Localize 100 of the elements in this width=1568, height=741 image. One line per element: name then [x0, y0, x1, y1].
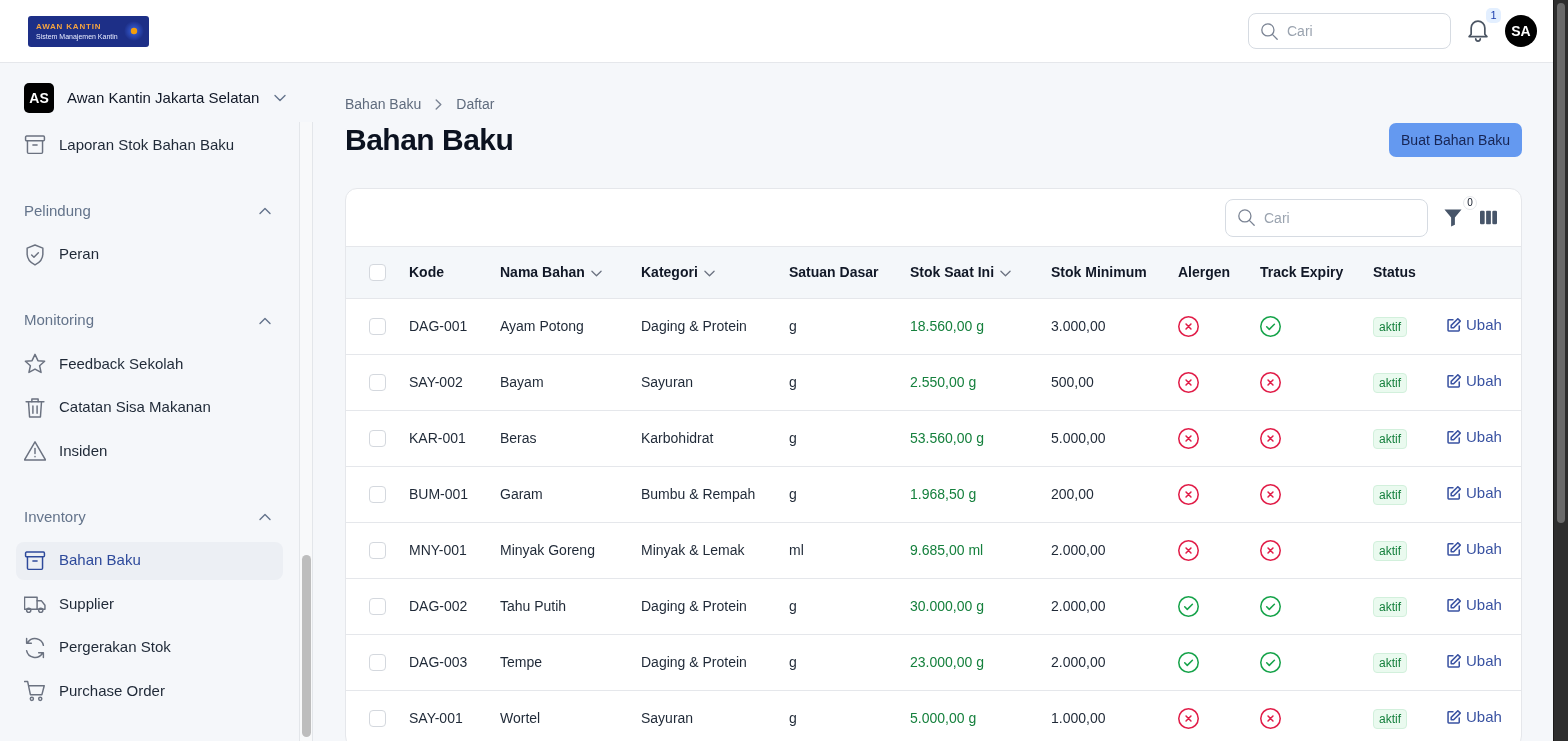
sidebar-item[interactable]: Purchase Order [16, 672, 283, 710]
edit-link[interactable]: Ubah [1447, 313, 1502, 337]
status-badge: aktif [1373, 652, 1407, 673]
sidebar-item[interactable]: Supplier [16, 585, 283, 623]
unit-text: g [789, 317, 797, 334]
notification-count-badge: 1 [1486, 8, 1501, 23]
stock-value: 53.560,00 g [910, 429, 984, 446]
item-code: SAY-001 [409, 709, 463, 726]
chevron-right-icon [434, 98, 444, 110]
edit-icon [1447, 598, 1461, 613]
page-title: Bahan Baku [345, 122, 514, 158]
star-icon [24, 353, 46, 375]
edit-icon [1447, 654, 1461, 669]
logo-dot-icon [123, 21, 144, 41]
sidebar-item[interactable]: Laporan Stok Bahan Baku [16, 126, 283, 164]
column-header[interactable]: Kategori [641, 263, 698, 280]
search-icon [1238, 209, 1255, 226]
sidebar-group-toggle[interactable]: Monitoring [16, 301, 283, 340]
notification-bell-icon[interactable] [1468, 20, 1488, 42]
item-name: Wortel [500, 709, 541, 726]
team-switcher[interactable]: AS Awan Kantin Jakarta Selatan [24, 82, 286, 114]
column-header: Alergen [1178, 263, 1231, 280]
cart-icon [24, 680, 46, 702]
refresh-icon [24, 636, 46, 659]
status-badge: aktif [1373, 484, 1407, 505]
minimum-stock-value: 500,00 [1051, 373, 1094, 390]
shield-check-icon [24, 243, 46, 266]
stock-value: 23.000,00 g [910, 653, 984, 670]
column-header: Track Expiry [1260, 263, 1344, 280]
row-checkbox[interactable] [369, 653, 386, 671]
status-badge: aktif [1373, 596, 1407, 617]
category-text: Sayuran [641, 709, 694, 726]
status-badge: aktif [1373, 708, 1407, 729]
edit-link[interactable]: Ubah [1447, 369, 1502, 393]
archive-box-icon [24, 134, 46, 156]
row-checkbox[interactable] [369, 541, 386, 559]
sidebar-item[interactable]: Catatan Sisa Makanan [16, 388, 283, 427]
search-field[interactable]: Cari [1225, 198, 1428, 237]
minimum-stock-value: 2.000,00 [1051, 541, 1106, 558]
stock-value: 30.000,00 g [910, 597, 984, 614]
user-avatar[interactable]: SA [1505, 15, 1537, 47]
status-badge: aktif [1373, 428, 1407, 449]
item-name: Garam [500, 485, 543, 502]
column-header[interactable]: Stok Saat Ini [910, 263, 995, 280]
item-name: Beras [500, 429, 537, 446]
edit-link[interactable]: Ubah [1447, 705, 1502, 729]
stock-value: 9.685,00 ml [910, 541, 984, 558]
logo-title: AWAN KANTIN [36, 21, 103, 31]
search-field[interactable]: Cari [1248, 13, 1451, 49]
minimum-stock-value: 2.000,00 [1051, 653, 1106, 670]
sidebar-item[interactable]: Pergerakan Stok [16, 628, 283, 667]
stock-value: 18.560,00 g [910, 317, 984, 334]
sidebar-group-toggle[interactable]: Inventory [16, 498, 283, 536]
category-text: Daging & Protein [641, 597, 747, 614]
row-checkbox[interactable] [369, 317, 386, 335]
edit-icon [1447, 486, 1461, 501]
row-checkbox[interactable] [369, 709, 386, 727]
column-header[interactable]: Nama Bahan [500, 263, 585, 280]
breadcrumb-current: Daftar [456, 94, 495, 114]
item-code: MNY-001 [409, 541, 467, 558]
minimum-stock-value: 1.000,00 [1051, 709, 1106, 726]
column-header: Status [1373, 263, 1416, 280]
columns-icon[interactable] [1480, 209, 1497, 226]
warning-icon [24, 440, 46, 462]
category-text: Bumbu & Rempah [641, 485, 756, 502]
category-text: Daging & Protein [641, 317, 747, 334]
edit-icon [1447, 710, 1461, 725]
filter-count-badge: 0 [1463, 195, 1477, 210]
truck-icon [24, 593, 46, 615]
status-badge: aktif [1373, 316, 1407, 337]
edit-link[interactable]: Ubah [1447, 649, 1502, 673]
sidebar-item[interactable]: Insiden [16, 432, 283, 470]
unit-text: g [789, 709, 797, 726]
item-name: Minyak Goreng [500, 541, 595, 558]
stock-value: 5.000,00 g [910, 709, 977, 726]
sidebar-item[interactable]: Bahan Baku [16, 541, 283, 580]
edit-link[interactable]: Ubah [1447, 593, 1502, 617]
sidebar-item[interactable]: Feedback Sekolah [16, 345, 283, 383]
category-text: Sayuran [641, 373, 694, 390]
edit-link[interactable]: Ubah [1447, 481, 1502, 505]
column-header: Stok Minimum [1051, 263, 1147, 280]
select-all-checkbox[interactable] [369, 263, 386, 281]
row-checkbox[interactable] [369, 597, 386, 615]
row-checkbox[interactable] [369, 485, 386, 503]
row-checkbox[interactable] [369, 373, 386, 391]
row-checkbox[interactable] [369, 429, 386, 447]
edit-link[interactable]: Ubah [1447, 537, 1502, 561]
filter-icon[interactable] [1444, 208, 1462, 227]
column-header: Kode [409, 263, 444, 280]
edit-link[interactable]: Ubah [1447, 425, 1502, 449]
create-button[interactable]: Buat Bahan Baku [1389, 123, 1522, 157]
scrollbar-thumb[interactable] [1557, 3, 1565, 523]
unit-text: g [789, 485, 797, 502]
unit-text: ml [789, 541, 804, 558]
edit-icon [1447, 542, 1461, 557]
scrollbar-thumb[interactable] [302, 555, 311, 737]
minimum-stock-value: 200,00 [1051, 485, 1094, 502]
sidebar-group-toggle[interactable]: Pelindung [16, 192, 283, 230]
sidebar-item[interactable]: Peran [16, 235, 283, 274]
breadcrumb-link[interactable]: Bahan Baku [345, 93, 422, 115]
